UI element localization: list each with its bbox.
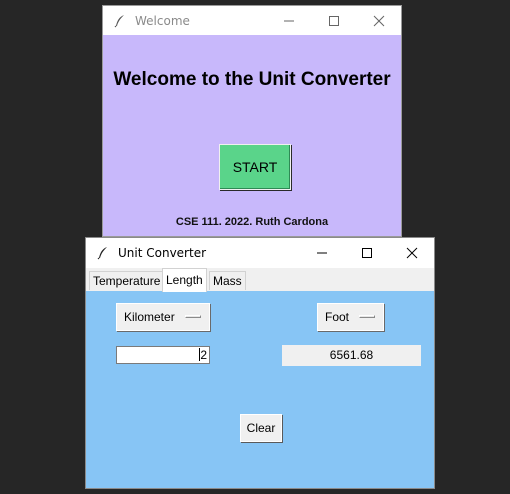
start-button[interactable]: START [219, 144, 291, 190]
value-input-text: 2 [200, 348, 207, 362]
maximize-icon[interactable] [344, 238, 389, 268]
credit-text: CSE 111. 2022. Ruth Cardona [175, 216, 329, 228]
result-display: 6561.68 [282, 345, 421, 366]
welcome-window: Welcome Welcome to the Unit Converter ST… [102, 5, 402, 237]
minimize-icon[interactable] [299, 238, 344, 268]
close-icon[interactable] [389, 238, 434, 268]
feather-icon [96, 246, 110, 260]
maximize-icon[interactable] [311, 6, 356, 36]
tab-mass[interactable]: Mass [209, 271, 246, 290]
tab-length[interactable]: Length [162, 268, 207, 292]
from-unit-dropdown[interactable]: Kilometer [116, 303, 210, 331]
dropdown-indicator-icon [185, 315, 201, 318]
clear-button[interactable]: Clear [240, 414, 282, 442]
converter-window: Unit Converter Temperature Length Mass K… [85, 237, 435, 489]
welcome-body: Welcome to the Unit Converter START CSE … [103, 35, 401, 236]
welcome-titlebar[interactable]: Welcome [103, 6, 401, 35]
window-title: Welcome [135, 13, 190, 28]
feather-icon [113, 14, 127, 28]
tab-bar: Temperature Length Mass [86, 268, 434, 292]
length-panel: Kilometer Foot 2 6561.68 Clear [86, 291, 434, 488]
from-unit-label: Kilometer [124, 310, 175, 324]
value-input[interactable]: 2 [116, 346, 210, 364]
to-unit-dropdown[interactable]: Foot [317, 303, 384, 331]
tab-temperature[interactable]: Temperature [89, 271, 165, 290]
welcome-heading: Welcome to the Unit Converter [113, 69, 391, 90]
to-unit-label: Foot [325, 310, 350, 324]
dropdown-indicator-icon [359, 315, 375, 318]
close-icon[interactable] [356, 6, 401, 36]
converter-titlebar[interactable]: Unit Converter [86, 238, 434, 268]
window-title: Unit Converter [118, 246, 207, 260]
minimize-icon[interactable] [266, 6, 311, 36]
